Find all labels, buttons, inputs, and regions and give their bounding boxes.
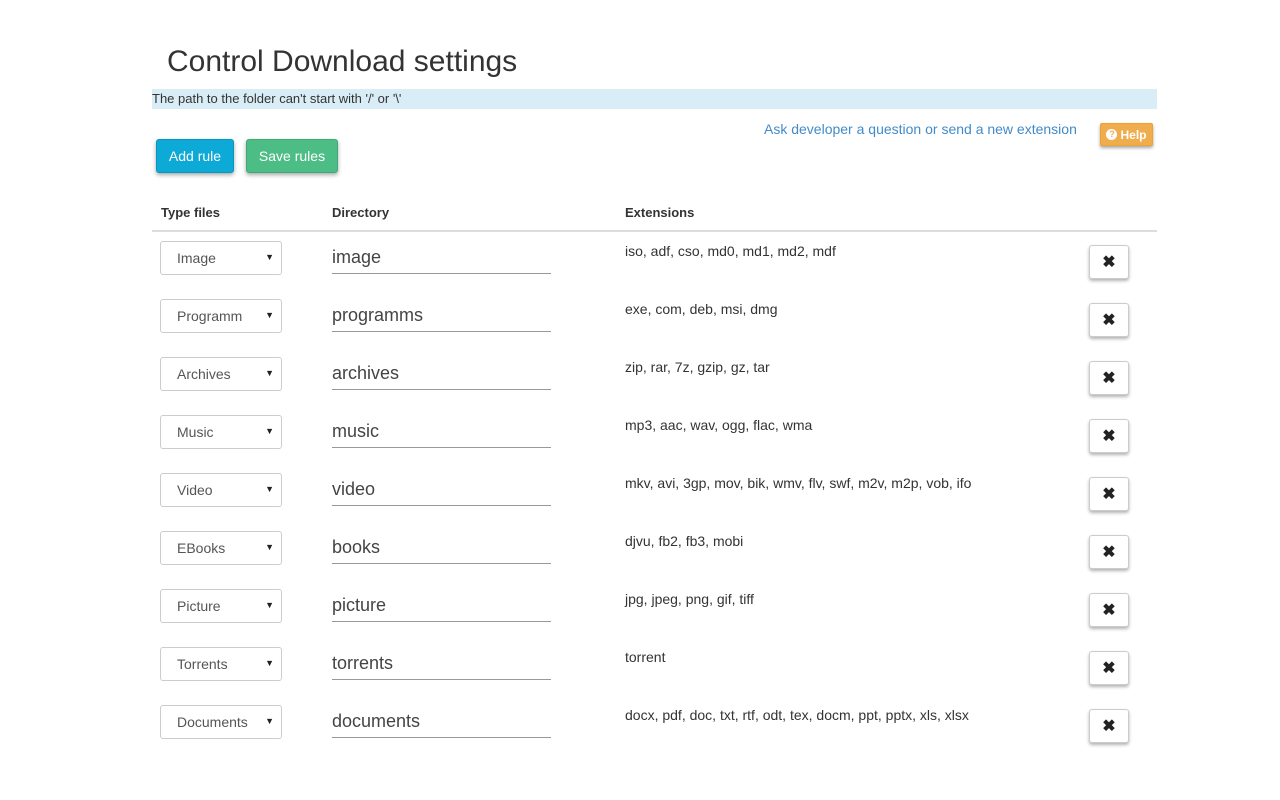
type-select-value: Music — [177, 424, 214, 440]
type-select[interactable]: Programm ▼ — [160, 299, 282, 333]
directory-input[interactable] — [332, 532, 551, 564]
extensions-text: exe, com, deb, msi, dmg — [625, 301, 778, 317]
rule-row: Archives ▼ zip, rar, 7z, gzip, gz, tar ✖ — [0, 348, 1280, 406]
remove-rule-button[interactable]: ✖ — [1089, 419, 1129, 453]
column-header-type: Type files — [161, 205, 221, 220]
chevron-down-icon: ▼ — [265, 600, 274, 610]
remove-rule-button[interactable]: ✖ — [1089, 651, 1129, 685]
type-select[interactable]: EBooks ▼ — [160, 531, 282, 565]
rule-row: Programm ▼ exe, com, deb, msi, dmg ✖ — [0, 290, 1280, 348]
chevron-down-icon: ▼ — [265, 658, 274, 668]
remove-rule-button[interactable]: ✖ — [1089, 535, 1129, 569]
type-select[interactable]: Picture ▼ — [160, 589, 282, 623]
chevron-down-icon: ▼ — [265, 252, 274, 262]
extensions-text: mkv, avi, 3gp, mov, bik, wmv, flv, swf, … — [625, 475, 972, 491]
remove-rule-button[interactable]: ✖ — [1089, 593, 1129, 627]
close-icon: ✖ — [1102, 370, 1116, 387]
rule-row: Image ▼ iso, adf, cso, md0, md1, md2, mdf ✖ — [0, 232, 1280, 290]
type-select[interactable]: Music ▼ — [160, 415, 282, 449]
directory-input[interactable] — [332, 416, 551, 448]
extensions-text: iso, adf, cso, md0, md1, md2, mdf — [625, 243, 836, 259]
chevron-down-icon: ▼ — [265, 484, 274, 494]
close-icon: ✖ — [1102, 544, 1116, 561]
directory-input[interactable] — [332, 590, 551, 622]
close-icon: ✖ — [1102, 660, 1116, 677]
remove-rule-button[interactable]: ✖ — [1089, 303, 1129, 337]
type-select-value: Picture — [177, 598, 221, 614]
column-header-directory: Directory — [332, 205, 390, 220]
type-select[interactable]: Image ▼ — [160, 241, 282, 275]
chevron-down-icon: ▼ — [265, 426, 274, 436]
save-rules-button[interactable]: Save rules — [246, 139, 338, 173]
rule-row: Picture ▼ jpg, jpeg, png, gif, tiff ✖ — [0, 580, 1280, 638]
rule-row: Documents ▼ docx, pdf, doc, txt, rtf, odt,… — [0, 696, 1280, 754]
remove-rule-button[interactable]: ✖ — [1089, 709, 1129, 743]
question-circle-icon: ? — [1106, 129, 1118, 140]
page-title: Control Download settings — [167, 45, 518, 78]
type-select[interactable]: Torrents ▼ — [160, 647, 282, 681]
extensions-text: zip, rar, 7z, gzip, gz, tar — [625, 359, 770, 375]
type-select[interactable]: Archives ▼ — [160, 357, 282, 391]
remove-rule-button[interactable]: ✖ — [1089, 361, 1129, 395]
directory-input[interactable] — [332, 358, 551, 390]
chevron-down-icon: ▼ — [265, 310, 274, 320]
remove-rule-button[interactable]: ✖ — [1089, 245, 1129, 279]
extensions-text: djvu, fb2, fb3, mobi — [625, 533, 744, 549]
directory-input[interactable] — [332, 300, 551, 332]
rule-row: EBooks ▼ djvu, fb2, fb3, mobi ✖ — [0, 522, 1280, 580]
type-select[interactable]: Documents ▼ — [160, 705, 282, 739]
type-select[interactable]: Video ▼ — [160, 473, 282, 507]
extensions-text: mp3, aac, wav, ogg, flac, wma — [625, 417, 813, 433]
directory-input[interactable] — [332, 242, 551, 274]
help-button[interactable]: ? Help — [1100, 123, 1153, 146]
directory-input[interactable] — [332, 648, 551, 680]
ask-developer-link[interactable]: Ask developer a question or send a new e… — [764, 121, 1077, 137]
extensions-text: jpg, jpeg, png, gif, tiff — [625, 591, 754, 607]
type-select-value: Archives — [177, 366, 231, 382]
column-header-extensions: Extensions — [625, 205, 695, 220]
path-notice: The path to the folder can't start with … — [152, 89, 1157, 109]
type-select-value: EBooks — [177, 540, 226, 556]
type-select-value: Torrents — [177, 656, 228, 672]
chevron-down-icon: ▼ — [265, 716, 274, 726]
close-icon: ✖ — [1102, 486, 1116, 503]
remove-rule-button[interactable]: ✖ — [1089, 477, 1129, 511]
extensions-text: torrent — [625, 649, 666, 665]
close-icon: ✖ — [1102, 428, 1116, 445]
close-icon: ✖ — [1102, 254, 1116, 271]
type-select-value: Documents — [177, 714, 248, 730]
chevron-down-icon: ▼ — [265, 542, 274, 552]
help-label: Help — [1120, 127, 1147, 142]
rule-row: Video ▼ mkv, avi, 3gp, mov, bik, wmv, flv,… — [0, 464, 1280, 522]
close-icon: ✖ — [1102, 718, 1116, 735]
rule-row: Torrents ▼ torrent ✖ — [0, 638, 1280, 696]
add-rule-button[interactable]: Add rule — [156, 139, 234, 173]
type-select-value: Image — [177, 250, 216, 266]
close-icon: ✖ — [1102, 312, 1116, 329]
directory-input[interactable] — [332, 706, 551, 738]
type-select-value: Video — [177, 482, 213, 498]
extensions-text: docx, pdf, doc, txt, rtf, odt, tex, docm… — [625, 707, 969, 723]
rule-row: Music ▼ mp3, aac, wav, ogg, flac, wma ✖ — [0, 406, 1280, 464]
chevron-down-icon: ▼ — [265, 368, 274, 378]
type-select-value: Programm — [177, 308, 243, 324]
directory-input[interactable] — [332, 474, 551, 506]
close-icon: ✖ — [1102, 602, 1116, 619]
